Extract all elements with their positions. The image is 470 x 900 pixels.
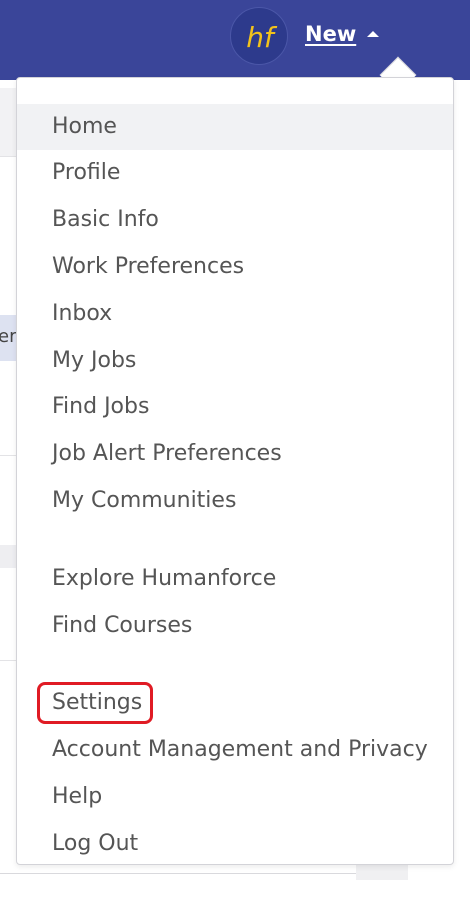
menu-item-my-jobs[interactable]: My Jobs [17, 338, 453, 384]
background-panel [0, 545, 16, 568]
background-divider [0, 873, 356, 874]
menu-item-home[interactable]: Home [17, 104, 453, 150]
background-text: er [0, 326, 17, 347]
hf-logo-icon: hf [246, 21, 278, 54]
menu-item-help[interactable]: Help [17, 774, 453, 820]
avatar[interactable]: hf [230, 7, 288, 65]
menu-item-my-communities[interactable]: My Communities [17, 478, 453, 524]
user-dropdown-menu: Home Profile Basic Info Work Preferences… [16, 77, 454, 865]
menu-item-inbox[interactable]: Inbox [17, 291, 453, 337]
svg-text:hf: hf [246, 21, 278, 54]
background-panel [0, 88, 16, 156]
background-divider [0, 455, 16, 456]
menu-item-job-alert-preferences[interactable]: Job Alert Preferences [17, 431, 453, 477]
menu-item-find-courses[interactable]: Find Courses [17, 603, 453, 649]
menu-item-explore-humanforce[interactable]: Explore Humanforce [17, 556, 453, 602]
menu-item-work-preferences[interactable]: Work Preferences [17, 244, 453, 290]
background-panel [356, 865, 408, 880]
menu-item-find-jobs[interactable]: Find Jobs [17, 384, 453, 430]
user-menu-toggle[interactable]: New [305, 22, 356, 46]
menu-item-settings[interactable]: Settings [17, 680, 453, 726]
background-divider [0, 660, 16, 661]
menu-item-account-management-privacy[interactable]: Account Management and Privacy [17, 727, 453, 773]
menu-item-basic-info[interactable]: Basic Info [17, 197, 453, 243]
menu-item-log-out[interactable]: Log Out [17, 821, 453, 867]
menu-item-profile[interactable]: Profile [17, 150, 453, 196]
background-divider [0, 156, 16, 157]
caret-up-icon[interactable] [367, 31, 379, 37]
